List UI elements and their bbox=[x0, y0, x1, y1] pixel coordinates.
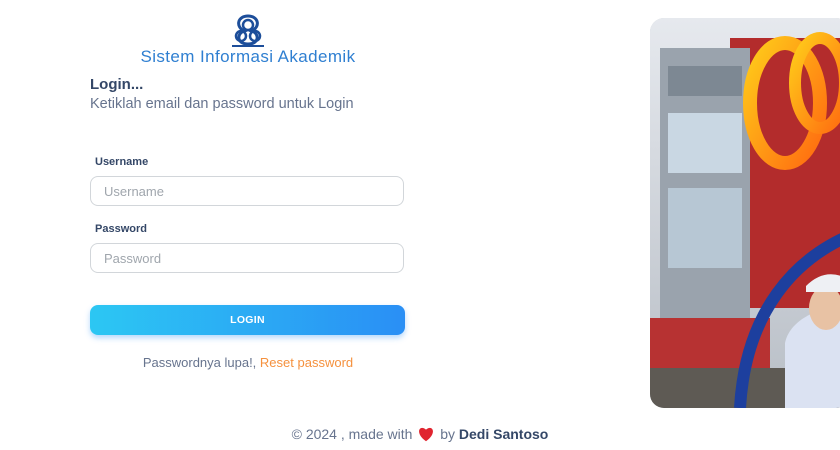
username-label: Username bbox=[95, 156, 149, 168]
campus-building-photo bbox=[650, 18, 840, 408]
forgot-password-row: Passwordnya lupa!, Reset password bbox=[0, 355, 496, 370]
password-label: Password bbox=[95, 223, 147, 235]
reset-password-link[interactable]: Reset password bbox=[260, 355, 353, 370]
campus-illustration bbox=[650, 18, 840, 408]
heart-icon bbox=[419, 427, 434, 442]
footer: © 2024 , made with by Dedi Santoso bbox=[0, 426, 840, 442]
footer-by: by bbox=[440, 426, 456, 442]
institute-logo-icon bbox=[232, 14, 264, 47]
password-input[interactable] bbox=[90, 243, 404, 273]
login-button[interactable]: LOGIN bbox=[90, 305, 405, 335]
username-input[interactable] bbox=[90, 176, 404, 206]
footer-author: Dedi Santoso bbox=[458, 426, 549, 442]
footer-copyright: © 2024 , made with bbox=[291, 426, 413, 442]
login-heading: Login... bbox=[90, 76, 144, 93]
login-description: Ketiklah email dan password untuk Login bbox=[90, 96, 354, 112]
login-panel: Sistem Informasi Akademik Login... Ketik… bbox=[0, 0, 500, 410]
forgot-password-text: Passwordnya lupa!, bbox=[142, 355, 257, 370]
app-title: Sistem Informasi Akademik bbox=[140, 47, 356, 66]
